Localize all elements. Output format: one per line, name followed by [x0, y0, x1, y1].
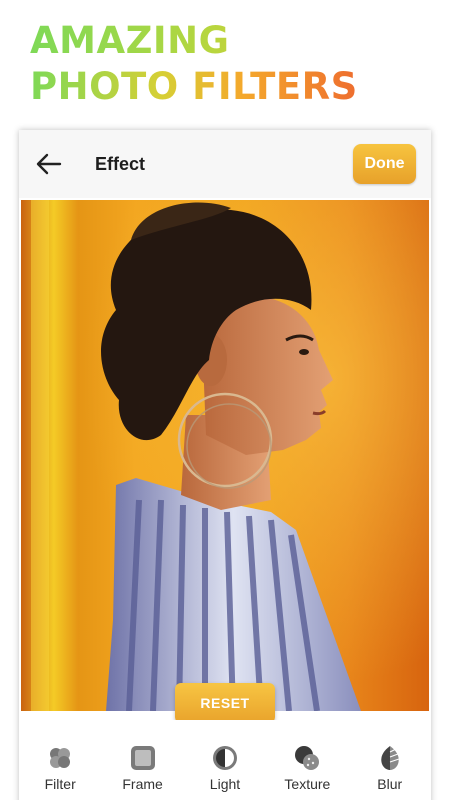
tool-label: Frame: [122, 776, 163, 792]
done-button[interactable]: Done: [353, 144, 416, 184]
top-app-bar: Effect Done: [19, 130, 431, 198]
tool-texture[interactable]: Texture: [266, 720, 348, 800]
headline-line-1: AMAZING: [30, 18, 358, 64]
tool-label: Blur: [377, 776, 403, 792]
texture-icon: [295, 746, 320, 770]
frame-icon: [130, 746, 155, 770]
tool-light[interactable]: Light: [184, 720, 266, 800]
tool-frame[interactable]: Frame: [101, 720, 183, 800]
headline-line-2: PHOTO FILTERS: [30, 65, 358, 108]
tool-label: Texture: [284, 776, 331, 792]
promo-headline: AMAZING PHOTO FILTERS: [30, 18, 358, 110]
phone-screen: Effect Done RESET Filter Frame Light Tex…: [19, 130, 431, 800]
tool-blur[interactable]: Blur: [349, 720, 431, 800]
reset-button[interactable]: RESET: [175, 683, 275, 723]
page-title: Effect: [95, 154, 146, 174]
tool-filter[interactable]: Filter: [19, 720, 101, 800]
light-icon: [212, 746, 237, 770]
tool-label: Filter: [44, 776, 76, 792]
back-arrow-icon: [36, 153, 62, 175]
effects-toolbar: Filter Frame Light Texture Blur: [19, 720, 431, 800]
blur-icon: [381, 746, 399, 770]
back-button[interactable]: [33, 150, 65, 178]
filter-icon: [50, 748, 71, 768]
photo-preview[interactable]: [21, 200, 429, 711]
tool-label: Light: [209, 776, 241, 792]
portrait-image: [21, 200, 429, 711]
